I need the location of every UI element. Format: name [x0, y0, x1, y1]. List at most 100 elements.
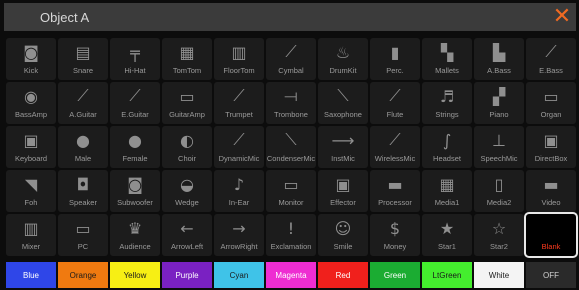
icon-tile-floortom[interactable]: ▥ FloorTom	[214, 38, 264, 80]
icon-tile-saxophone[interactable]: ⟍ Saxophone	[318, 82, 368, 124]
icon-tile-label: DirectBox	[534, 154, 568, 163]
icon-tile-label: Mallets	[435, 66, 459, 75]
icon-tile-cymbal[interactable]: ⟋ Cymbal	[266, 38, 316, 80]
icon-tile-headset[interactable]: ∫ Headset	[422, 126, 472, 168]
icon-tile-hi-hat[interactable]: ╤ Hi-Hat	[110, 38, 160, 80]
icon-tile-wirelessmic[interactable]: ⟋ WirelessMic	[370, 126, 420, 168]
icon-tile-processor[interactable]: ▬ Processor	[370, 170, 420, 212]
icon-tile-monitor[interactable]: ▭ Monitor	[266, 170, 316, 212]
color-button-purple[interactable]: Purple	[162, 262, 212, 288]
icon-tile-male[interactable]: ● Male	[58, 126, 108, 168]
icon-tile-e-guitar[interactable]: ⟋ E.Guitar	[110, 82, 160, 124]
icon-tile-effector[interactable]: ▣ Effector	[318, 170, 368, 212]
icon-tile-label: Female	[122, 154, 148, 163]
icon-tile-label: In-Ear	[228, 198, 250, 207]
icon-tile-label: Headset	[433, 154, 461, 163]
icon-tile-label: Audience	[119, 242, 151, 251]
icon-tile-label: WirelessMic	[374, 154, 416, 163]
icon-tile-keyboard[interactable]: ▣ Keyboard	[6, 126, 56, 168]
color-picker-row: Blue Orange Yellow Purple Cyan Magenta Red Gree…	[6, 262, 579, 288]
icon-tile-mallets[interactable]: ▚ Mallets	[422, 38, 472, 80]
icon-tile-blank[interactable]: Blank	[524, 212, 578, 258]
icon-tile-media1[interactable]: ▦ Media1	[422, 170, 472, 212]
icon-tile-in-ear[interactable]: ♪ In-Ear	[214, 170, 264, 212]
icon-tile-label: Subwoofer	[117, 198, 153, 207]
color-button-ltgreen[interactable]: LtGreen	[422, 262, 472, 288]
icon-tile-star1[interactable]: ★ Star1	[422, 214, 472, 256]
icon-tile-label: Piano	[489, 110, 509, 119]
icon-tile-guitaramp[interactable]: ▭ GuitarAmp	[162, 82, 212, 124]
icon-tile-instmic[interactable]: ⟶ InstMic	[318, 126, 368, 168]
icon-tile-label: DrumKit	[329, 66, 357, 75]
icon-tile-bassamp[interactable]: ◉ BassAmp	[6, 82, 56, 124]
icon-tile-snare[interactable]: ▤ Snare	[58, 38, 108, 80]
icon-tile-wedge[interactable]: ◒ Wedge	[162, 170, 212, 212]
icon-tile-directbox[interactable]: ▣ DirectBox	[526, 126, 576, 168]
star-filled-icon: ★	[439, 218, 455, 238]
icon-tile-tomtom[interactable]: ▦ TomTom	[162, 38, 212, 80]
arrow-left-icon: ←	[180, 218, 194, 238]
icon-tile-mixer[interactable]: ▥ Mixer	[6, 214, 56, 256]
wedge-monitor-icon: ◒	[180, 174, 194, 194]
color-button-cyan[interactable]: Cyan	[214, 262, 264, 288]
icon-tile-star2[interactable]: ☆ Star2	[474, 214, 524, 256]
icon-tile-label: Trombone	[274, 110, 308, 119]
icon-tile-label: E.Bass	[539, 66, 563, 75]
bass-amp-icon: ◉	[24, 86, 38, 106]
icon-tile-subwoofer[interactable]: ◙ Subwoofer	[110, 170, 160, 212]
icon-tile-arrowright[interactable]: → ArrowRight	[214, 214, 264, 256]
icon-tile-trumpet[interactable]: ⟋ Trumpet	[214, 82, 264, 124]
icon-tile-label: Foh	[24, 198, 38, 207]
instrument-mic-icon: ⟶	[331, 130, 355, 150]
icon-tile-label: Exclamation	[270, 242, 312, 251]
icon-tile-condensermic[interactable]: ⟍ CondenserMic	[266, 126, 316, 168]
icon-tile-arrowleft[interactable]: ← ArrowLeft	[162, 214, 212, 256]
icon-tile-audience[interactable]: ♛ Audience	[110, 214, 160, 256]
icon-tile-female[interactable]: ● Female	[110, 126, 160, 168]
icon-tile-choir[interactable]: ◐ Choir	[162, 126, 212, 168]
icon-tile-speaker[interactable]: ◘ Speaker	[58, 170, 108, 212]
icon-tile-flute[interactable]: ⟋ Flute	[370, 82, 420, 124]
color-button-green[interactable]: Green	[370, 262, 420, 288]
color-button-white[interactable]: White	[474, 262, 524, 288]
icon-tile-label: Media1	[434, 198, 460, 207]
icon-tile-perc-[interactable]: ▮ Perc.	[370, 38, 420, 80]
icon-tile-trombone[interactable]: ⟞ Trombone	[266, 82, 316, 124]
icon-tile-drumkit[interactable]: ♨ DrumKit	[318, 38, 368, 80]
icon-tile-label: TomTom	[172, 66, 202, 75]
icon-tile-dynamicmic[interactable]: ⟋ DynamicMic	[214, 126, 264, 168]
color-button-yellow[interactable]: Yellow	[110, 262, 160, 288]
drumkit-icon: ♨	[335, 42, 351, 62]
icon-tile-media2[interactable]: ▯ Media2	[474, 170, 524, 212]
icon-tile-label: Cymbal	[278, 66, 304, 75]
color-button-off[interactable]: OFF	[526, 262, 576, 288]
monitor-icon: ▭	[283, 174, 299, 194]
color-button-orange[interactable]: Orange	[58, 262, 108, 288]
money-icon: $	[389, 218, 401, 238]
laptop-icon: ▭	[75, 218, 91, 238]
media2-icon: ▯	[494, 174, 504, 194]
icon-tile-label: Flute	[386, 110, 404, 119]
color-button-blue[interactable]: Blue	[6, 262, 56, 288]
color-button-red[interactable]: Red	[318, 262, 368, 288]
icon-tile-kick[interactable]: ◙ Kick	[6, 38, 56, 80]
icon-tile-label: Perc.	[386, 66, 404, 75]
icon-tile-strings[interactable]: ♬ Strings	[422, 82, 472, 124]
color-button-magenta[interactable]: Magenta	[266, 262, 316, 288]
mallets-icon: ▚	[440, 42, 454, 62]
icon-tile-smile[interactable]: ☺ Smile	[318, 214, 368, 256]
icon-tile-exclamation[interactable]: ! Exclamation	[266, 214, 316, 256]
icon-tile-label: Strings	[435, 110, 459, 119]
icon-tile-money[interactable]: $ Money	[370, 214, 420, 256]
icon-tile-video[interactable]: ▬ Video	[526, 170, 576, 212]
icon-tile-speechmic[interactable]: ⊥ SpeechMic	[474, 126, 524, 168]
icon-tile-a-bass[interactable]: ▙ A.Bass	[474, 38, 524, 80]
icon-tile-a-guitar[interactable]: ⟋ A.Guitar	[58, 82, 108, 124]
close-icon[interactable]: ✕	[552, 5, 572, 29]
headset-icon: ∫	[442, 130, 452, 150]
icon-tile-piano[interactable]: ▞ Piano	[474, 82, 524, 124]
icon-tile-foh[interactable]: ◥ Foh	[6, 170, 56, 212]
icon-tile-e-bass[interactable]: ⟋ E.Bass	[526, 38, 576, 80]
icon-tile-pc[interactable]: ▭ PC	[58, 214, 108, 256]
icon-tile-organ[interactable]: ▭ Organ	[526, 82, 576, 124]
